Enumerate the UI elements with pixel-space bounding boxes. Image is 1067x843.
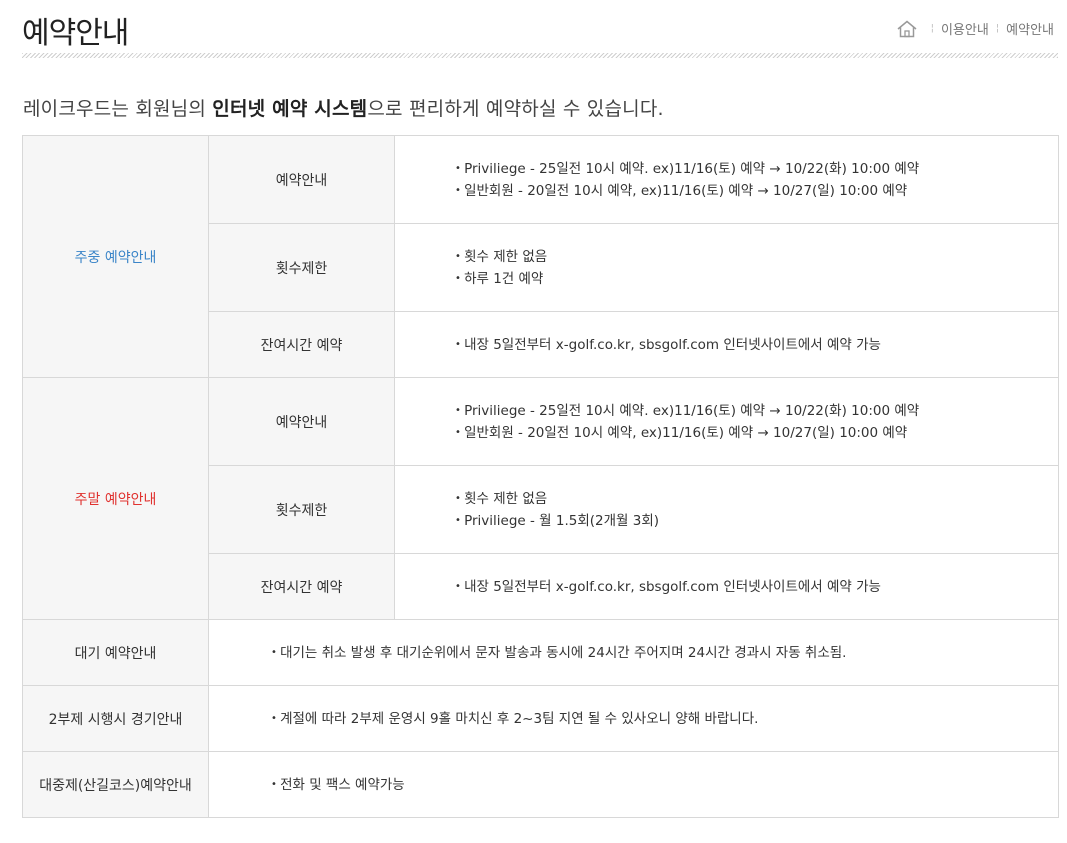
row-label: 예약안내 — [208, 135, 395, 224]
row-label: 예약안내 — [208, 377, 395, 466]
row-content: 횟수 제한 없음 하루 1건 예약 — [394, 223, 1059, 312]
row-content: 내장 5일전부터 x-golf.co.kr, sbsgolf.com 인터넷사이… — [394, 311, 1059, 378]
list-item: 내장 5일전부터 x-golf.co.kr, sbsgolf.com 인터넷사이… — [455, 334, 1058, 356]
list-item: 대기는 취소 발생 후 대기순위에서 문자 발송과 동시에 24시간 주어지며 … — [271, 642, 1058, 664]
list-item: 횟수 제한 없음 — [455, 246, 1058, 268]
row-content: 횟수 제한 없음 Priviliege - 월 1.5회(2개월 3회) — [394, 465, 1059, 554]
row-label: 횟수제한 — [208, 465, 395, 554]
list-item: 하루 1건 예약 — [455, 268, 1058, 290]
public-course-category: 대중제(산길코스)예약안내 — [22, 751, 209, 818]
home-icon[interactable] — [896, 20, 918, 38]
weekday-category: 주중 예약안내 — [22, 135, 209, 378]
breadcrumb-item-reservation[interactable]: 예약안내 — [1006, 19, 1054, 38]
table-row: 대중제(산길코스)예약안내 전화 및 팩스 예약가능 — [22, 751, 1059, 818]
two-part-category: 2부제 시행시 경기안내 — [22, 685, 209, 752]
row-content: 계절에 따라 2부제 운영시 9홀 마치신 후 2~3팀 지연 될 수 있사오니… — [208, 685, 1059, 752]
breadcrumb-item-usage[interactable]: 이용안내 — [941, 19, 989, 38]
intro-text-bold: 인터넷 예약 시스템 — [212, 98, 368, 120]
title-divider — [22, 53, 1058, 58]
row-content: 전화 및 팩스 예약가능 — [208, 751, 1059, 818]
list-item: Priviliege - 25일전 10시 예약. ex)11/16(토) 예약… — [455, 158, 1058, 180]
page-title: 예약안내 — [22, 16, 129, 51]
table-row: 대기 예약안내 대기는 취소 발생 후 대기순위에서 문자 발송과 동시에 24… — [22, 619, 1059, 686]
row-label: 잔여시간 예약 — [208, 311, 395, 378]
row-content: 내장 5일전부터 x-golf.co.kr, sbsgolf.com 인터넷사이… — [394, 553, 1059, 620]
table-row: 주말 예약안내 예약안내 Priviliege - 25일전 10시 예약. e… — [22, 377, 1059, 620]
row-content: Priviliege - 25일전 10시 예약. ex)11/16(토) 예약… — [394, 135, 1059, 224]
list-item: 일반회원 - 20일전 10시 예약, ex)11/16(토) 예약 → 10/… — [455, 422, 1058, 444]
breadcrumb-separator: ¦ — [995, 23, 1000, 34]
intro-text: 레이크우드는 회원님의 인터넷 예약 시스템으로 편리하게 예약하실 수 있습니… — [23, 94, 664, 121]
list-item: 계절에 따라 2부제 운영시 9홀 마치신 후 2~3팀 지연 될 수 있사오니… — [271, 708, 1058, 730]
list-item: Priviliege - 25일전 10시 예약. ex)11/16(토) 예약… — [455, 400, 1058, 422]
list-item: 내장 5일전부터 x-golf.co.kr, sbsgolf.com 인터넷사이… — [455, 576, 1058, 598]
breadcrumb-separator: ¦ — [930, 23, 934, 34]
intro-text-after: 으로 편리하게 예약하실 수 있습니다. — [367, 98, 664, 120]
weekend-category: 주말 예약안내 — [22, 377, 209, 620]
row-content: 대기는 취소 발생 후 대기순위에서 문자 발송과 동시에 24시간 주어지며 … — [208, 619, 1059, 686]
table-row: 주중 예약안내 예약안내 Priviliege - 25일전 10시 예약. e… — [22, 135, 1059, 378]
list-item: Priviliege - 월 1.5회(2개월 3회) — [455, 510, 1058, 532]
row-label: 잔여시간 예약 — [208, 553, 395, 620]
intro-text-before: 레이크우드는 회원님의 — [23, 98, 213, 120]
waitlist-category: 대기 예약안내 — [22, 619, 209, 686]
breadcrumb: ¦ 이용안내 ¦ 예약안내 — [896, 19, 1054, 38]
reservation-info-table: 주중 예약안내 예약안내 Priviliege - 25일전 10시 예약. e… — [22, 135, 1059, 818]
list-item: 횟수 제한 없음 — [455, 488, 1058, 510]
row-content: Priviliege - 25일전 10시 예약. ex)11/16(토) 예약… — [394, 377, 1059, 466]
list-item: 전화 및 팩스 예약가능 — [271, 774, 1058, 796]
row-label: 횟수제한 — [208, 223, 395, 312]
table-row: 2부제 시행시 경기안내 계절에 따라 2부제 운영시 9홀 마치신 후 2~3… — [22, 685, 1059, 752]
list-item: 일반회원 - 20일전 10시 예약, ex)11/16(토) 예약 → 10/… — [455, 180, 1058, 202]
